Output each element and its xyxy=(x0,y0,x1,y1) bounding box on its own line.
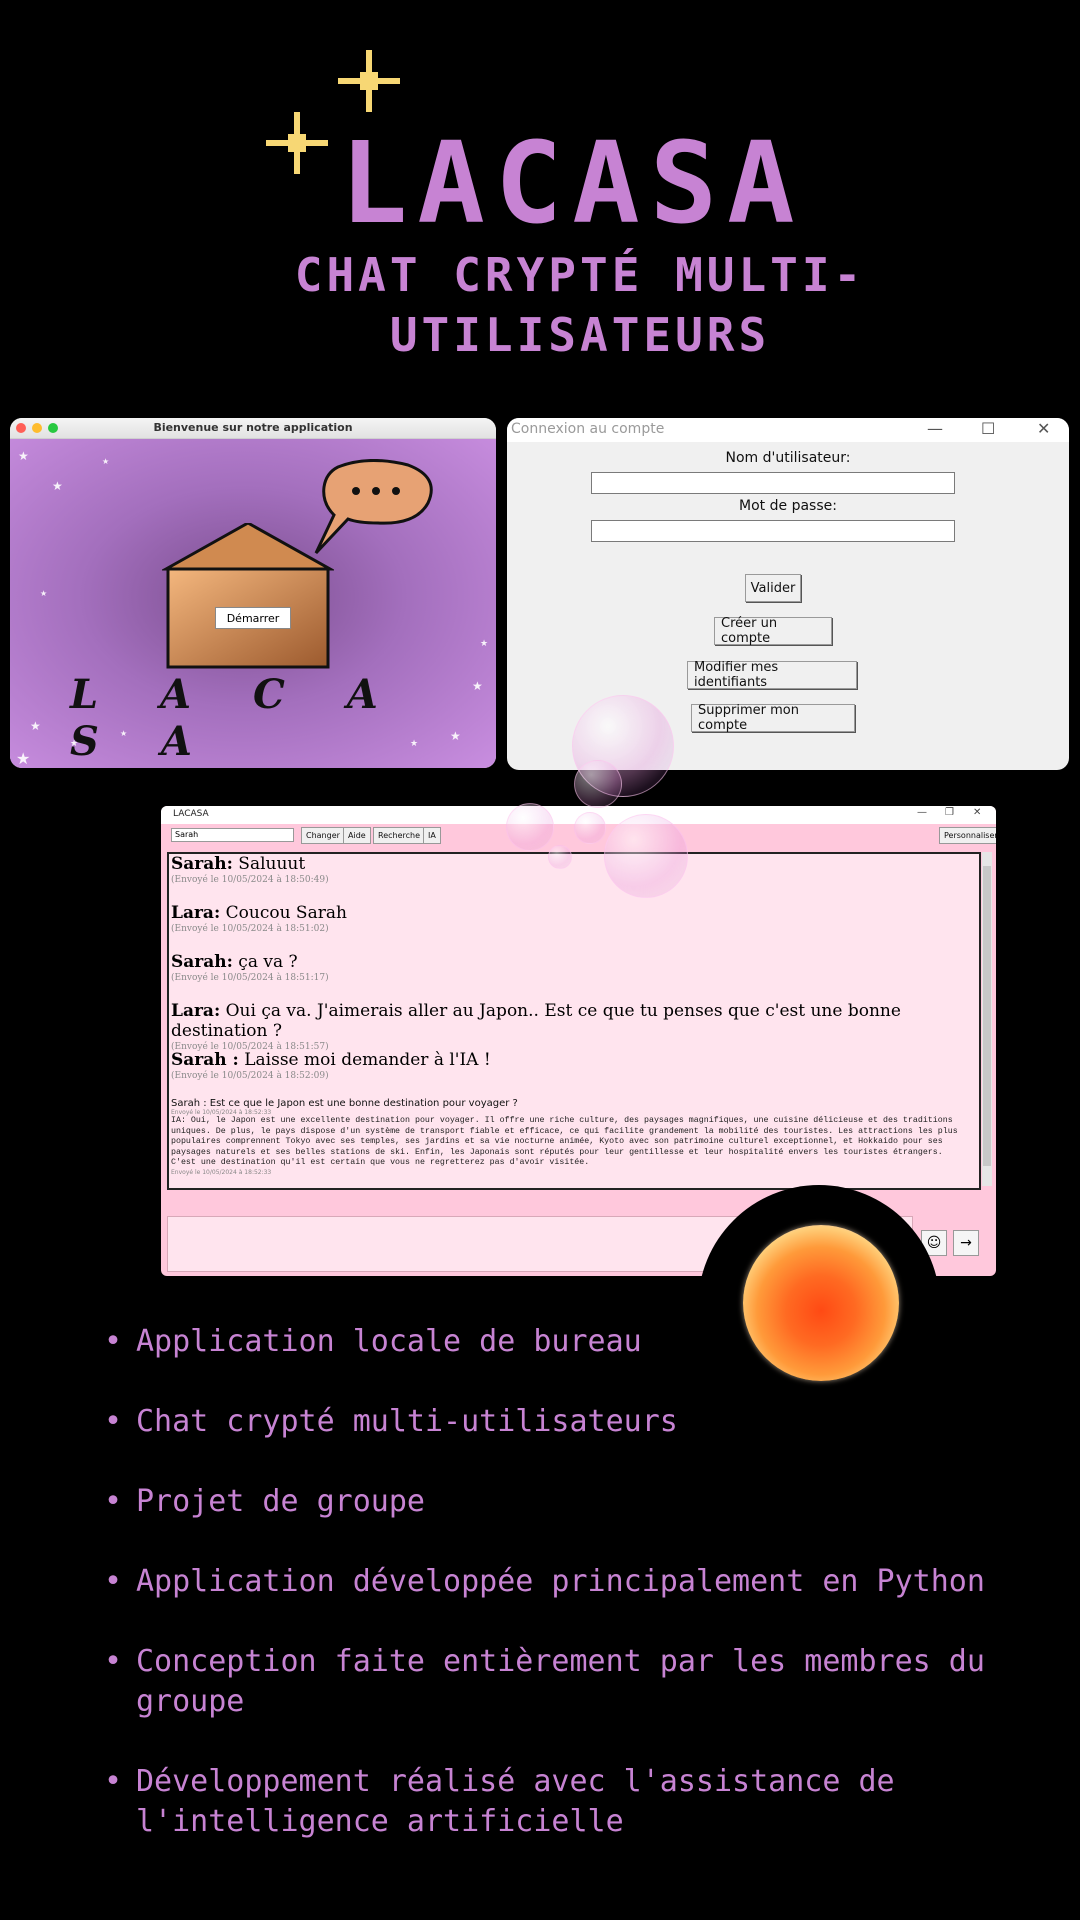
change-button[interactable]: Changer xyxy=(301,827,345,844)
message-timestamp: (Envoyé le 10/05/2024 à 18:51:17) xyxy=(171,973,329,983)
chat-history: Sarah: Saluuut (Envoyé le 10/05/2024 à 1… xyxy=(167,852,981,1190)
bubble-decoration xyxy=(574,812,606,844)
ia-exchange: Sarah : Est ce que le Japon est une bonn… xyxy=(171,1098,971,1176)
message-author: Sarah: xyxy=(171,952,233,972)
modify-credentials-button[interactable]: Modifier mes identifiants xyxy=(687,660,857,690)
password-label: Mot de passe: xyxy=(739,498,837,514)
welcome-window: Bienvenue sur notre application ★ ★ ★ ★ … xyxy=(10,418,496,768)
feature-item: Chat crypté multi-utilisateurs xyxy=(102,1402,1022,1442)
bubble-decoration xyxy=(574,760,622,808)
username-label: Nom d'utilisateur: xyxy=(725,450,851,466)
chat-message: Sarah: Saluuut (Envoyé le 10/05/2024 à 1… xyxy=(171,854,329,885)
send-icon[interactable]: → xyxy=(953,1230,979,1256)
start-button[interactable]: Démarrer xyxy=(215,607,291,629)
username-input[interactable]: Sarah xyxy=(171,828,294,842)
ia-answer-timestamp: Envoyé le 10/05/2024 à 18:52:33 xyxy=(171,1168,272,1176)
page-subtitle: Chat crypté multi-utilisateurs xyxy=(294,248,866,362)
message-author: Sarah : xyxy=(171,1050,239,1070)
ia-question-timestamp: Envoyé le 10/05/2024 à 18:52:33 xyxy=(171,1109,272,1116)
speech-bubble-icon xyxy=(314,459,433,555)
restore-icon[interactable]: ❐ xyxy=(945,807,954,818)
chat-message: Sarah: ça va ? (Envoyé le 10/05/2024 à 1… xyxy=(171,952,329,983)
ia-question: Sarah : Est ce que le Japon est une bonn… xyxy=(171,1098,518,1109)
feature-item: Application développée principalement en… xyxy=(102,1562,1022,1602)
window-titlebar: Connexion au compte — ☐ ✕ xyxy=(507,418,1069,442)
ia-button[interactable]: IA xyxy=(423,827,441,844)
feature-item: Application locale de bureau xyxy=(102,1322,1022,1362)
window-title: Bienvenue sur notre application xyxy=(153,421,353,434)
message-text: Laisse moi demander à l'IA ! xyxy=(238,1050,491,1070)
chat-message: Lara: Oui ça va. J'aimerais aller au Jap… xyxy=(171,1001,979,1052)
bubble-decoration xyxy=(548,845,572,869)
chat-message: Lara: Coucou Sarah (Envoyé le 10/05/2024… xyxy=(171,903,347,934)
feature-item: Développement réalisé avec l'assistance … xyxy=(102,1762,1022,1842)
scrollbar-thumb[interactable] xyxy=(983,866,991,1166)
username-field[interactable] xyxy=(591,472,955,494)
feature-item: Conception faite entièrement par les mem… xyxy=(102,1642,1022,1722)
ia-answer: IA: Oui, le Japon est une excellente des… xyxy=(171,1116,958,1167)
message-timestamp: (Envoyé le 10/05/2024 à 18:50:49) xyxy=(171,875,329,885)
delete-account-button[interactable]: Supprimer mon compte xyxy=(691,703,855,733)
chat-message: Sarah : Laisse moi demander à l'IA ! (En… xyxy=(171,1050,491,1081)
bubble-decoration xyxy=(604,814,688,898)
feature-item: Projet de groupe xyxy=(102,1482,1022,1522)
search-button[interactable]: Recherche xyxy=(373,827,426,844)
page-title: LACASA xyxy=(340,119,805,249)
window-titlebar: Bienvenue sur notre application xyxy=(10,418,496,439)
maximize-icon[interactable]: ☐ xyxy=(981,419,995,438)
bubble-decoration xyxy=(506,803,554,851)
password-field[interactable] xyxy=(591,520,955,542)
message-timestamp: (Envoyé le 10/05/2024 à 18:52:09) xyxy=(171,1071,329,1081)
message-text: Oui ça va. J'aimerais aller au Japon.. E… xyxy=(171,1001,901,1041)
window-title: LACASA xyxy=(173,809,209,819)
message-text: Saluuut xyxy=(232,854,306,874)
create-account-button[interactable]: Créer un compte xyxy=(714,616,832,646)
message-author: Sarah: xyxy=(171,854,233,874)
welcome-canvas: ★ ★ ★ ★ ★ ★ ★ ★ ★ ★ ★ ★ Démarrer L A C A… xyxy=(10,439,496,768)
chat-scrollbar[interactable] xyxy=(982,852,992,1186)
help-button[interactable]: Aide xyxy=(343,827,371,844)
close-icon[interactable]: ✕ xyxy=(973,807,981,818)
message-author: Lara: xyxy=(171,903,221,923)
close-icon[interactable]: ✕ xyxy=(1037,419,1050,438)
customize-button[interactable]: Personnaliser xyxy=(939,827,996,844)
sparkle-icon xyxy=(338,50,400,112)
message-author: Lara: xyxy=(171,1001,221,1021)
minimize-icon[interactable]: — xyxy=(917,807,927,818)
validate-button[interactable]: Valider xyxy=(745,574,801,602)
minimize-icon[interactable]: — xyxy=(927,419,943,438)
message-timestamp: (Envoyé le 10/05/2024 à 18:51:02) xyxy=(171,924,329,934)
welcome-logo: L A C A S A xyxy=(70,671,402,765)
message-text: ça va ? xyxy=(232,952,298,972)
window-title: Connexion au compte xyxy=(511,421,665,437)
feature-list: Application locale de bureau Chat crypté… xyxy=(102,1322,1022,1842)
sparkle-icon xyxy=(266,112,328,174)
message-text: Coucou Sarah xyxy=(220,903,347,923)
